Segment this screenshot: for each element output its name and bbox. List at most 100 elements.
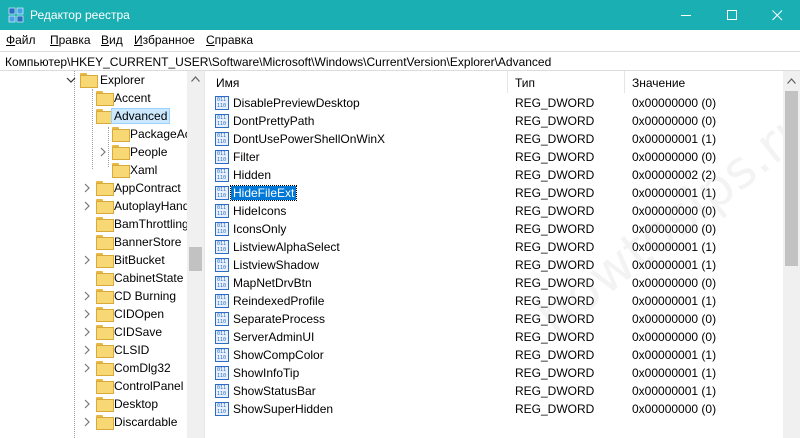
table-row[interactable]: ShowStatusBar REG_DWORD 0x00000001 (1) <box>209 382 783 400</box>
tree-item-label: Xaml <box>130 163 158 177</box>
table-row[interactable]: ListviewShadow REG_DWORD 0x00000001 (1) <box>209 256 783 274</box>
tree-scrollbar[interactable] <box>187 71 204 438</box>
reg-dword-icon <box>215 132 229 146</box>
scroll-up-arrow[interactable] <box>187 71 204 88</box>
folder-icon <box>96 325 114 340</box>
value-type: REG_DWORD <box>515 258 595 272</box>
reg-dword-icon <box>215 384 229 398</box>
tree-item-label: CabinetState <box>114 271 184 285</box>
reg-dword-icon <box>215 312 229 326</box>
tree-item-label: ControlPanel <box>114 379 184 393</box>
folder-icon <box>96 253 114 268</box>
chevron-right-icon[interactable] <box>96 143 110 161</box>
chevron-right-icon[interactable] <box>80 305 94 323</box>
folder-icon <box>96 343 114 358</box>
tree-item-label: CD Burning <box>114 289 177 303</box>
chevron-right-icon[interactable] <box>80 251 94 269</box>
column-header-label: Значение <box>632 76 686 90</box>
reg-dword-icon <box>215 294 229 308</box>
folder-icon <box>96 235 114 250</box>
folder-icon <box>96 271 114 286</box>
table-row[interactable]: IconsOnly REG_DWORD 0x00000000 (0) <box>209 220 783 238</box>
window-title: Редактор реестра <box>30 8 130 22</box>
table-row[interactable]: HideIcons REG_DWORD 0x00000000 (0) <box>209 202 783 220</box>
value-type: REG_DWORD <box>515 240 595 254</box>
value-name: HideFileExt <box>229 185 298 201</box>
folder-icon <box>96 199 114 214</box>
table-row[interactable]: Filter REG_DWORD 0x00000000 (0) <box>209 148 783 166</box>
menu-view[interactable]: Вид <box>101 33 123 47</box>
value-type: REG_DWORD <box>515 348 595 362</box>
column-header-type[interactable]: Тип <box>508 71 625 93</box>
value-name: ShowInfoTip <box>233 366 300 380</box>
folder-icon <box>112 145 130 160</box>
chevron-right-icon[interactable] <box>80 323 94 341</box>
values-list: Имя Тип Значение DisablePreviewDesktop RE… <box>209 71 800 438</box>
scroll-up-arrow[interactable] <box>783 73 800 90</box>
table-row[interactable]: DisablePreviewDesktop REG_DWORD 0x00000000… <box>209 94 783 112</box>
value-name: MapNetDrvBtn <box>233 276 312 290</box>
chevron-right-icon[interactable] <box>80 287 94 305</box>
table-row[interactable]: MapNetDrvBtn REG_DWORD 0x00000000 (0) <box>209 274 783 292</box>
table-row[interactable]: DontUsePowerShellOnWinX REG_DWORD 0x000000… <box>209 130 783 148</box>
value-name: ListviewAlphaSelect <box>233 240 340 254</box>
menu-bar: Файл Правка Вид Избранное Справка <box>0 30 800 50</box>
table-row[interactable]: DontPrettyPath REG_DWORD 0x00000000 (0) <box>209 112 783 130</box>
maximize-icon <box>727 10 737 20</box>
close-button[interactable] <box>754 0 800 30</box>
value-data: 0x00000000 (0) <box>632 276 717 290</box>
values-scrollbar[interactable] <box>783 71 800 438</box>
tree-item-label: People <box>130 145 168 159</box>
tree-item-label: CIDSave <box>114 325 163 339</box>
maximize-button[interactable] <box>709 0 755 30</box>
minimize-icon <box>681 15 691 16</box>
value-data: 0x00000000 (0) <box>632 222 717 236</box>
address-path[interactable]: Компьютер\HKEY_CURRENT_USER\Software\Mic… <box>5 55 551 69</box>
tree-item-label: BannerStore <box>114 235 182 249</box>
reg-dword-icon <box>215 96 229 110</box>
chevron-right-icon[interactable] <box>80 413 94 431</box>
value-name: ShowStatusBar <box>233 384 316 398</box>
value-type: REG_DWORD <box>515 276 595 290</box>
menu-edit[interactable]: Правка <box>50 33 91 47</box>
table-row[interactable]: ShowCompColor REG_DWORD 0x00000001 (1) <box>209 346 783 364</box>
chevron-right-icon[interactable] <box>80 395 94 413</box>
table-row[interactable]: ReindexedProfile REG_DWORD 0x00000001 (1) <box>209 292 783 310</box>
minimize-button[interactable] <box>663 0 709 30</box>
reg-dword-icon <box>215 186 229 200</box>
table-row[interactable]: HideFileExt REG_DWORD 0x00000001 (1) <box>209 184 783 202</box>
chevron-right-icon[interactable] <box>80 179 94 197</box>
chevron-right-icon[interactable] <box>80 197 94 215</box>
table-row[interactable]: SeparateProcess REG_DWORD 0x00000000 (0) <box>209 310 783 328</box>
folder-icon <box>96 415 114 430</box>
menu-favorites[interactable]: Избранное <box>134 33 195 47</box>
table-row[interactable]: ListviewAlphaSelect REG_DWORD 0x00000001 (… <box>209 238 783 256</box>
table-row[interactable]: ShowInfoTip REG_DWORD 0x00000001 (1) <box>209 364 783 382</box>
tree-guide-line <box>74 71 75 438</box>
table-row[interactable]: ServerAdminUI REG_DWORD 0x00000000 (0) <box>209 328 783 346</box>
tree-item-label: Discardable <box>114 415 178 429</box>
column-header-name[interactable]: Имя <box>209 71 508 93</box>
values-scroll-thumb[interactable] <box>785 91 798 266</box>
reg-dword-icon <box>215 276 229 290</box>
reg-dword-icon <box>215 240 229 254</box>
tree-item-label: ComDlg32 <box>114 361 171 375</box>
folder-icon <box>96 217 114 232</box>
menu-help[interactable]: Справка <box>206 33 253 47</box>
chevron-right-icon[interactable] <box>80 341 94 359</box>
tree-item-label: Explorer <box>100 73 145 87</box>
reg-dword-icon <box>215 168 229 182</box>
column-header-value[interactable]: Значение <box>625 71 783 93</box>
reg-dword-icon <box>215 366 229 380</box>
chevron-down-icon[interactable] <box>64 71 78 89</box>
table-row[interactable]: ShowSuperHidden REG_DWORD 0x00000000 (0) <box>209 400 783 418</box>
address-bar[interactable]: Компьютер\HKEY_CURRENT_USER\Software\Mic… <box>0 51 800 71</box>
pane-splitter[interactable] <box>204 71 208 438</box>
value-type: REG_DWORD <box>515 186 595 200</box>
table-row[interactable]: Hidden REG_DWORD 0x00000002 (2) <box>209 166 783 184</box>
value-type: REG_DWORD <box>515 222 595 236</box>
chevron-right-icon[interactable] <box>80 359 94 377</box>
tree-scroll-thumb[interactable] <box>189 247 202 271</box>
menu-file[interactable]: Файл <box>6 33 36 47</box>
column-header-label: Тип <box>515 76 536 90</box>
